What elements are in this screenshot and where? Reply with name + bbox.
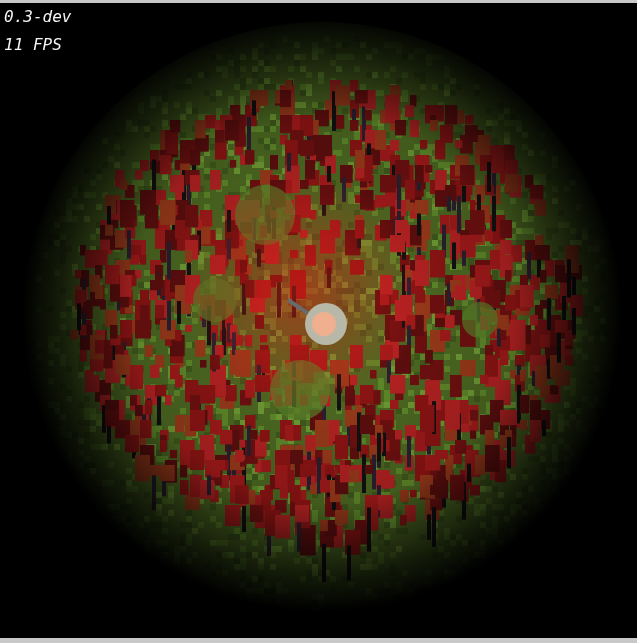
hud: 0.3-dev 11 FPS xyxy=(2,8,73,54)
game-viewport[interactable] xyxy=(0,0,637,643)
version-label: 0.3-dev xyxy=(2,8,73,26)
fps-counter: 11 FPS xyxy=(2,36,73,54)
